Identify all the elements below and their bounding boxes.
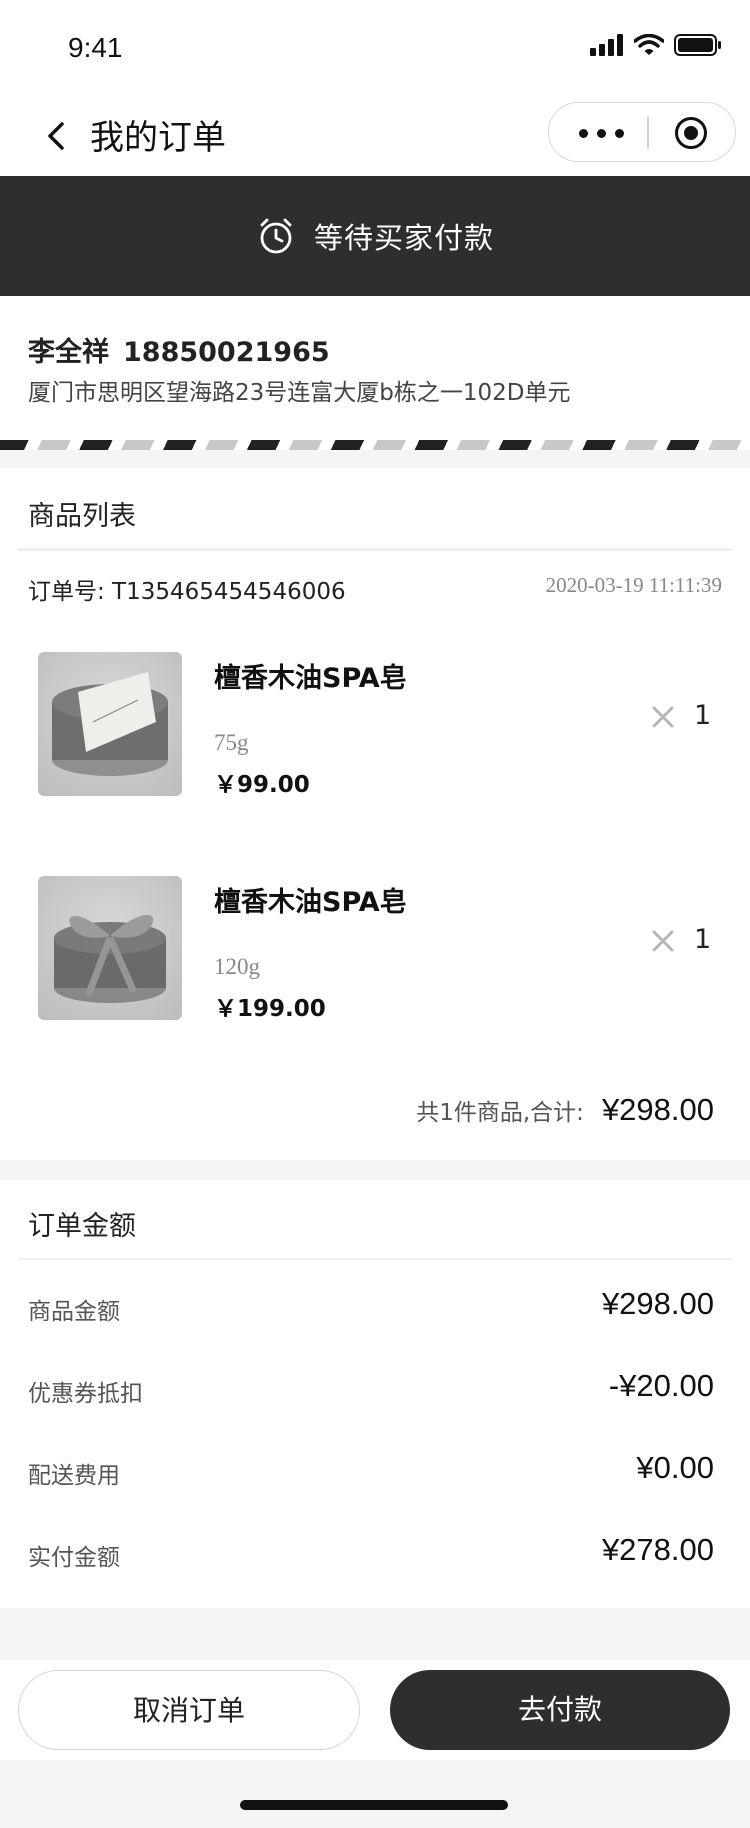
page-title: 我的订单 [90, 118, 226, 158]
amount-value: -¥20.00 [608, 1368, 714, 1403]
product-spec: 75g [214, 730, 249, 755]
home-indicator[interactable] [240, 1800, 508, 1810]
product-quantity: 1 [694, 700, 712, 731]
multiply-icon [652, 706, 674, 728]
amount-section-title: 订单金额 [28, 1211, 136, 1242]
amount-row-shipping: 配送费用 ¥0.00 [0, 1442, 750, 1502]
order-number: 订单号: T135465454546006 [28, 579, 346, 605]
amount-value: ¥0.00 [636, 1450, 714, 1485]
battery-icon [674, 34, 721, 56]
bottom-action-bar: 取消订单 去付款 [0, 1660, 750, 1760]
product-image [38, 876, 182, 1020]
amount-value: ¥298.00 [601, 1286, 714, 1321]
goods-total-label: 共1件商品,合计: [416, 1100, 584, 1126]
recipient-line: 李全祥 18850021965 [28, 330, 330, 369]
product-price: ￥199.00 [214, 996, 326, 1022]
mini-program-capsule [548, 102, 736, 162]
status-time: 9:41 [68, 32, 123, 63]
product-name: 檀香木油SPA皂 [214, 887, 407, 918]
cancel-order-button[interactable]: 取消订单 [18, 1670, 360, 1750]
order-amount-section: 订单金额 商品金额 ¥298.00 优惠券抵扣 -¥20.00 配送费用 ¥0.… [0, 1180, 750, 1608]
capsule-divider [647, 117, 649, 149]
recipient-phone: 18850021965 [123, 337, 330, 368]
product-quantity: 1 [694, 924, 712, 955]
status-bar: 9:41 [0, 0, 750, 96]
goods-section-title: 商品列表 [28, 501, 136, 532]
more-dots-icon[interactable] [579, 129, 624, 138]
amount-label: 优惠券抵扣 [28, 1381, 143, 1407]
signal-icon [590, 34, 623, 56]
product-item[interactable]: 檀香木油SPA皂 120g ￥199.00 1 [0, 876, 750, 1036]
multiply-icon [652, 930, 674, 952]
product-price: ￥99.00 [214, 772, 310, 798]
nav-bar: 我的订单 [0, 96, 750, 176]
amount-label: 配送费用 [28, 1463, 120, 1489]
product-name: 檀香木油SPA皂 [214, 663, 407, 694]
address-detail: 厦门市思明区望海路23号连富大厦b栋之一102D单元 [28, 380, 571, 406]
order-time: 2020-03-19 11:11:39 [545, 573, 722, 597]
target-icon[interactable] [675, 117, 707, 149]
address-card: 李全祥 18850021965 厦门市思明区望海路23号连富大厦b栋之一102D单… [0, 296, 750, 440]
wifi-icon [634, 34, 664, 55]
product-image [38, 652, 182, 796]
goods-total-value: ¥298.00 [601, 1092, 714, 1127]
divider [18, 1258, 732, 1260]
product-item[interactable]: 檀香木油SPA皂 75g ￥99.00 1 [0, 652, 750, 812]
status-icons [590, 34, 722, 56]
back-arrow-icon[interactable] [36, 114, 80, 158]
amount-label: 商品金额 [28, 1299, 120, 1325]
goods-section: 商品列表 订单号: T135465454546006 2020-03-19 11… [0, 468, 750, 1160]
recipient-name: 李全祥 [28, 337, 109, 368]
goods-total: 共1件商品,合计: ¥298.00 [416, 1092, 714, 1128]
amount-row-paid: 实付金额 ¥278.00 [0, 1524, 750, 1584]
amount-label: 实付金额 [28, 1545, 120, 1571]
amount-value: ¥278.00 [601, 1532, 714, 1567]
alarm-clock-icon [260, 218, 292, 254]
order-status-text: 等待买家付款 [313, 221, 494, 255]
order-status-banner: 等待买家付款 [0, 176, 750, 296]
divider [18, 548, 732, 551]
amount-row-coupon: 优惠券抵扣 -¥20.00 [0, 1360, 750, 1420]
product-spec: 120g [214, 954, 260, 979]
pay-button[interactable]: 去付款 [390, 1670, 730, 1750]
address-stripe-divider [0, 440, 750, 450]
amount-row-goods: 商品金额 ¥298.00 [0, 1278, 750, 1338]
